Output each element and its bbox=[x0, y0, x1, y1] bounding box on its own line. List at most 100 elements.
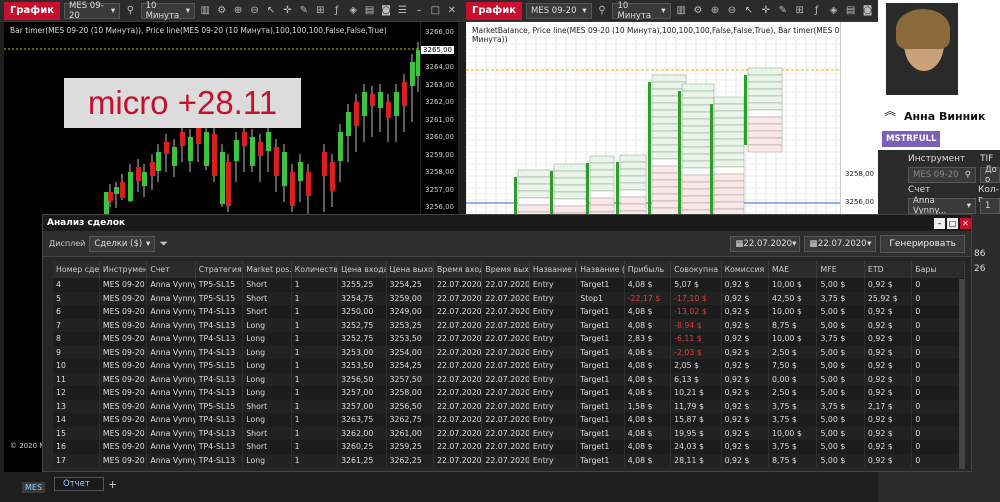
table-row[interactable]: 16 MES 09-20 Anna Vynny TP4-SL13 Short 1 3260,… bbox=[53, 440, 965, 454]
filter-icon[interactable]: ⏷ bbox=[159, 237, 168, 251]
list-icon[interactable]: ☰ bbox=[396, 4, 408, 18]
zoom-out-icon[interactable]: ⊖ bbox=[725, 4, 738, 18]
pointer-icon[interactable]: ↖ bbox=[265, 4, 277, 18]
right-interval-select[interactable]: 10 Минута ▾ bbox=[612, 1, 671, 21]
maximize-icon[interactable]: □ bbox=[947, 217, 958, 229]
search-icon[interactable]: ⚲ bbox=[596, 4, 609, 18]
ruler-icon[interactable]: ⊞ bbox=[314, 4, 326, 18]
instrument-field[interactable]: MES 09-20 ⚲ bbox=[908, 167, 976, 183]
bars-icon[interactable]: ▥ bbox=[199, 4, 211, 18]
search-icon[interactable]: ⚲ bbox=[124, 4, 136, 18]
column-header[interactable]: Цена выхода bbox=[386, 261, 434, 278]
left-chart-tab[interactable]: График bbox=[4, 1, 60, 20]
zoom-in-icon[interactable]: ⊕ bbox=[708, 4, 721, 18]
account-select[interactable]: Anna Vynny... ▾ bbox=[908, 196, 976, 216]
candle-body bbox=[266, 132, 271, 151]
column-header[interactable]: Комиссия bbox=[721, 261, 770, 278]
table-cell: Short bbox=[242, 426, 292, 440]
report-tab[interactable]: Отчет bbox=[54, 477, 104, 491]
date-from-picker[interactable]: ▦ 22.07.2020 ▾ bbox=[730, 235, 801, 252]
column-header[interactable]: Прибыль bbox=[624, 261, 672, 278]
close-icon[interactable]: ✕ bbox=[446, 4, 458, 18]
column-header[interactable]: Название ( bbox=[576, 261, 625, 278]
table-row[interactable]: 15 MES 09-20 Anna Vynny TP4-SL13 Short 1 3262,… bbox=[53, 426, 965, 440]
column-header[interactable]: Совокупна bbox=[670, 261, 722, 278]
left-instrument-select[interactable]: MES 09-20 ▾ bbox=[64, 1, 121, 21]
table-row[interactable]: 4 MES 09-20 Anna Vynny TP5-SL15 Short 1 3255,2… bbox=[53, 278, 965, 292]
left-bottom-tab[interactable]: MES bbox=[22, 482, 46, 493]
column-header[interactable]: Market pos. bbox=[242, 261, 292, 278]
table-row[interactable]: 8 MES 09-20 Anna Vynny TP4-SL13 Long 1 3252,75… bbox=[53, 332, 965, 346]
fx-icon[interactable]: ƒ bbox=[810, 4, 823, 18]
column-header[interactable]: Счет bbox=[146, 261, 196, 278]
settings-icon[interactable]: ⚙ bbox=[692, 4, 705, 18]
crosshair-icon[interactable]: ✛ bbox=[759, 4, 772, 18]
footprint-cell bbox=[619, 196, 647, 205]
display-select[interactable]: Сделки ($) ▾ bbox=[89, 235, 156, 252]
bars-icon[interactable]: ▥ bbox=[675, 4, 688, 18]
date-to-picker[interactable]: ▦ 22.07.2020 ▾ bbox=[804, 235, 877, 252]
column-header[interactable]: ETD bbox=[864, 261, 913, 278]
market-balance-chart[interactable]: MarketBalance, Price line(MES 09-20 (10 … bbox=[466, 22, 878, 217]
fx-icon[interactable]: ƒ bbox=[331, 4, 343, 18]
table-row[interactable]: 10 MES 09-20 Anna Vynny TP5-SL15 Long 1 3253,5… bbox=[53, 359, 965, 373]
footprint-cell bbox=[713, 194, 745, 203]
pencil-icon[interactable]: ✎ bbox=[298, 4, 310, 18]
generate-button[interactable]: Генерировать bbox=[880, 234, 965, 253]
table-cell: 3253,50 bbox=[386, 332, 434, 346]
right-chart-tab[interactable]: График bbox=[466, 1, 522, 20]
zoom-in-icon[interactable]: ⊕ bbox=[232, 4, 244, 18]
tif-select[interactable]: До о bbox=[980, 165, 1000, 185]
table-row[interactable]: 17 MES 09-20 Anna Vynny TP4-SL13 Long 1 3261,2… bbox=[53, 453, 965, 467]
table-cell: TP4-SL13 bbox=[195, 305, 244, 319]
zoom-out-icon[interactable]: ⊖ bbox=[248, 4, 260, 18]
table-cell: 1 bbox=[291, 332, 339, 346]
chevron-down-icon: ▾ bbox=[867, 238, 872, 249]
crosshair-icon[interactable]: ✛ bbox=[281, 4, 293, 18]
left-candlestick-chart[interactable]: Bar timer(MES 09-20 (10 Минута)), Price … bbox=[4, 22, 458, 217]
add-tab-button[interactable]: + bbox=[108, 478, 117, 491]
table-row[interactable]: 6 MES 09-20 Anna Vynny TP4-SL13 Short 1 3250,0… bbox=[53, 305, 965, 319]
right-instrument-select[interactable]: MES 09-20 ▾ bbox=[526, 2, 592, 19]
column-header[interactable]: Время входа bbox=[433, 261, 483, 278]
column-header[interactable]: Количество bbox=[291, 261, 339, 278]
ruler-icon[interactable]: ⊞ bbox=[793, 4, 806, 18]
close-icon[interactable]: ✕ bbox=[960, 217, 971, 229]
column-header[interactable]: MAE bbox=[768, 261, 818, 278]
y-tick: 3256,00 bbox=[425, 203, 454, 211]
column-header[interactable]: Цена входа bbox=[337, 261, 387, 278]
table-row[interactable]: 7 MES 09-20 Anna Vynny TP4-SL13 Long 1 3252,75… bbox=[53, 318, 965, 332]
column-header[interactable]: Номер сде bbox=[53, 261, 100, 278]
layers-icon[interactable]: ▤ bbox=[844, 4, 857, 18]
table-row[interactable]: 11 MES 09-20 Anna Vynny TP4-SL13 Long 1 3256,5… bbox=[53, 372, 965, 386]
table-row[interactable]: 5 MES 09-20 Anna Vynny TP5-SL15 Short 1 3254,7… bbox=[53, 291, 965, 305]
camera-icon[interactable]: ◙ bbox=[380, 4, 392, 18]
column-header[interactable]: Стратегия bbox=[195, 261, 244, 278]
table-cell: 1 bbox=[291, 440, 339, 454]
table-row[interactable]: 14 MES 09-20 Anna Vynny TP4-SL13 Long 1 3263,7… bbox=[53, 413, 965, 427]
pencil-icon[interactable]: ✎ bbox=[776, 4, 789, 18]
left-interval-select[interactable]: 10 Минута ▾ bbox=[140, 1, 196, 21]
candle-body bbox=[196, 127, 201, 144]
minimize-icon[interactable]: – bbox=[413, 4, 425, 18]
pointer-icon[interactable]: ↖ bbox=[742, 4, 755, 18]
settings-icon[interactable]: ⚙ bbox=[215, 4, 227, 18]
column-header[interactable]: Бары bbox=[911, 261, 965, 278]
minimize-icon[interactable]: – bbox=[934, 217, 945, 229]
y-tick: 3258,00 bbox=[425, 168, 454, 176]
table-row[interactable]: 9 MES 09-20 Anna Vynny TP4-SL13 Long 1 3253,00… bbox=[53, 345, 965, 359]
column-header[interactable]: Инструмен bbox=[99, 261, 148, 278]
table-row[interactable]: 13 MES 09-20 Anna Vynny TP5-SL15 Short 1 3257,… bbox=[53, 399, 965, 413]
column-header[interactable]: Название ( bbox=[529, 261, 578, 278]
camera-icon[interactable]: ◙ bbox=[861, 4, 874, 18]
table-cell: TP4-SL13 bbox=[195, 453, 244, 467]
column-header[interactable]: Время вых bbox=[481, 261, 530, 278]
strategy-icon[interactable]: ◈ bbox=[827, 4, 840, 18]
maximize-icon[interactable]: □ bbox=[429, 4, 441, 18]
qty-field[interactable]: 1 bbox=[980, 198, 1000, 214]
table-row[interactable]: 12 MES 09-20 Anna Vynny TP4-SL13 Long 1 3257,0… bbox=[53, 386, 965, 400]
table-scrollbar[interactable] bbox=[959, 279, 965, 469]
layers-icon[interactable]: ▤ bbox=[363, 4, 375, 18]
column-header[interactable]: MFE bbox=[816, 261, 865, 278]
strategy-icon[interactable]: ◈ bbox=[347, 4, 359, 18]
